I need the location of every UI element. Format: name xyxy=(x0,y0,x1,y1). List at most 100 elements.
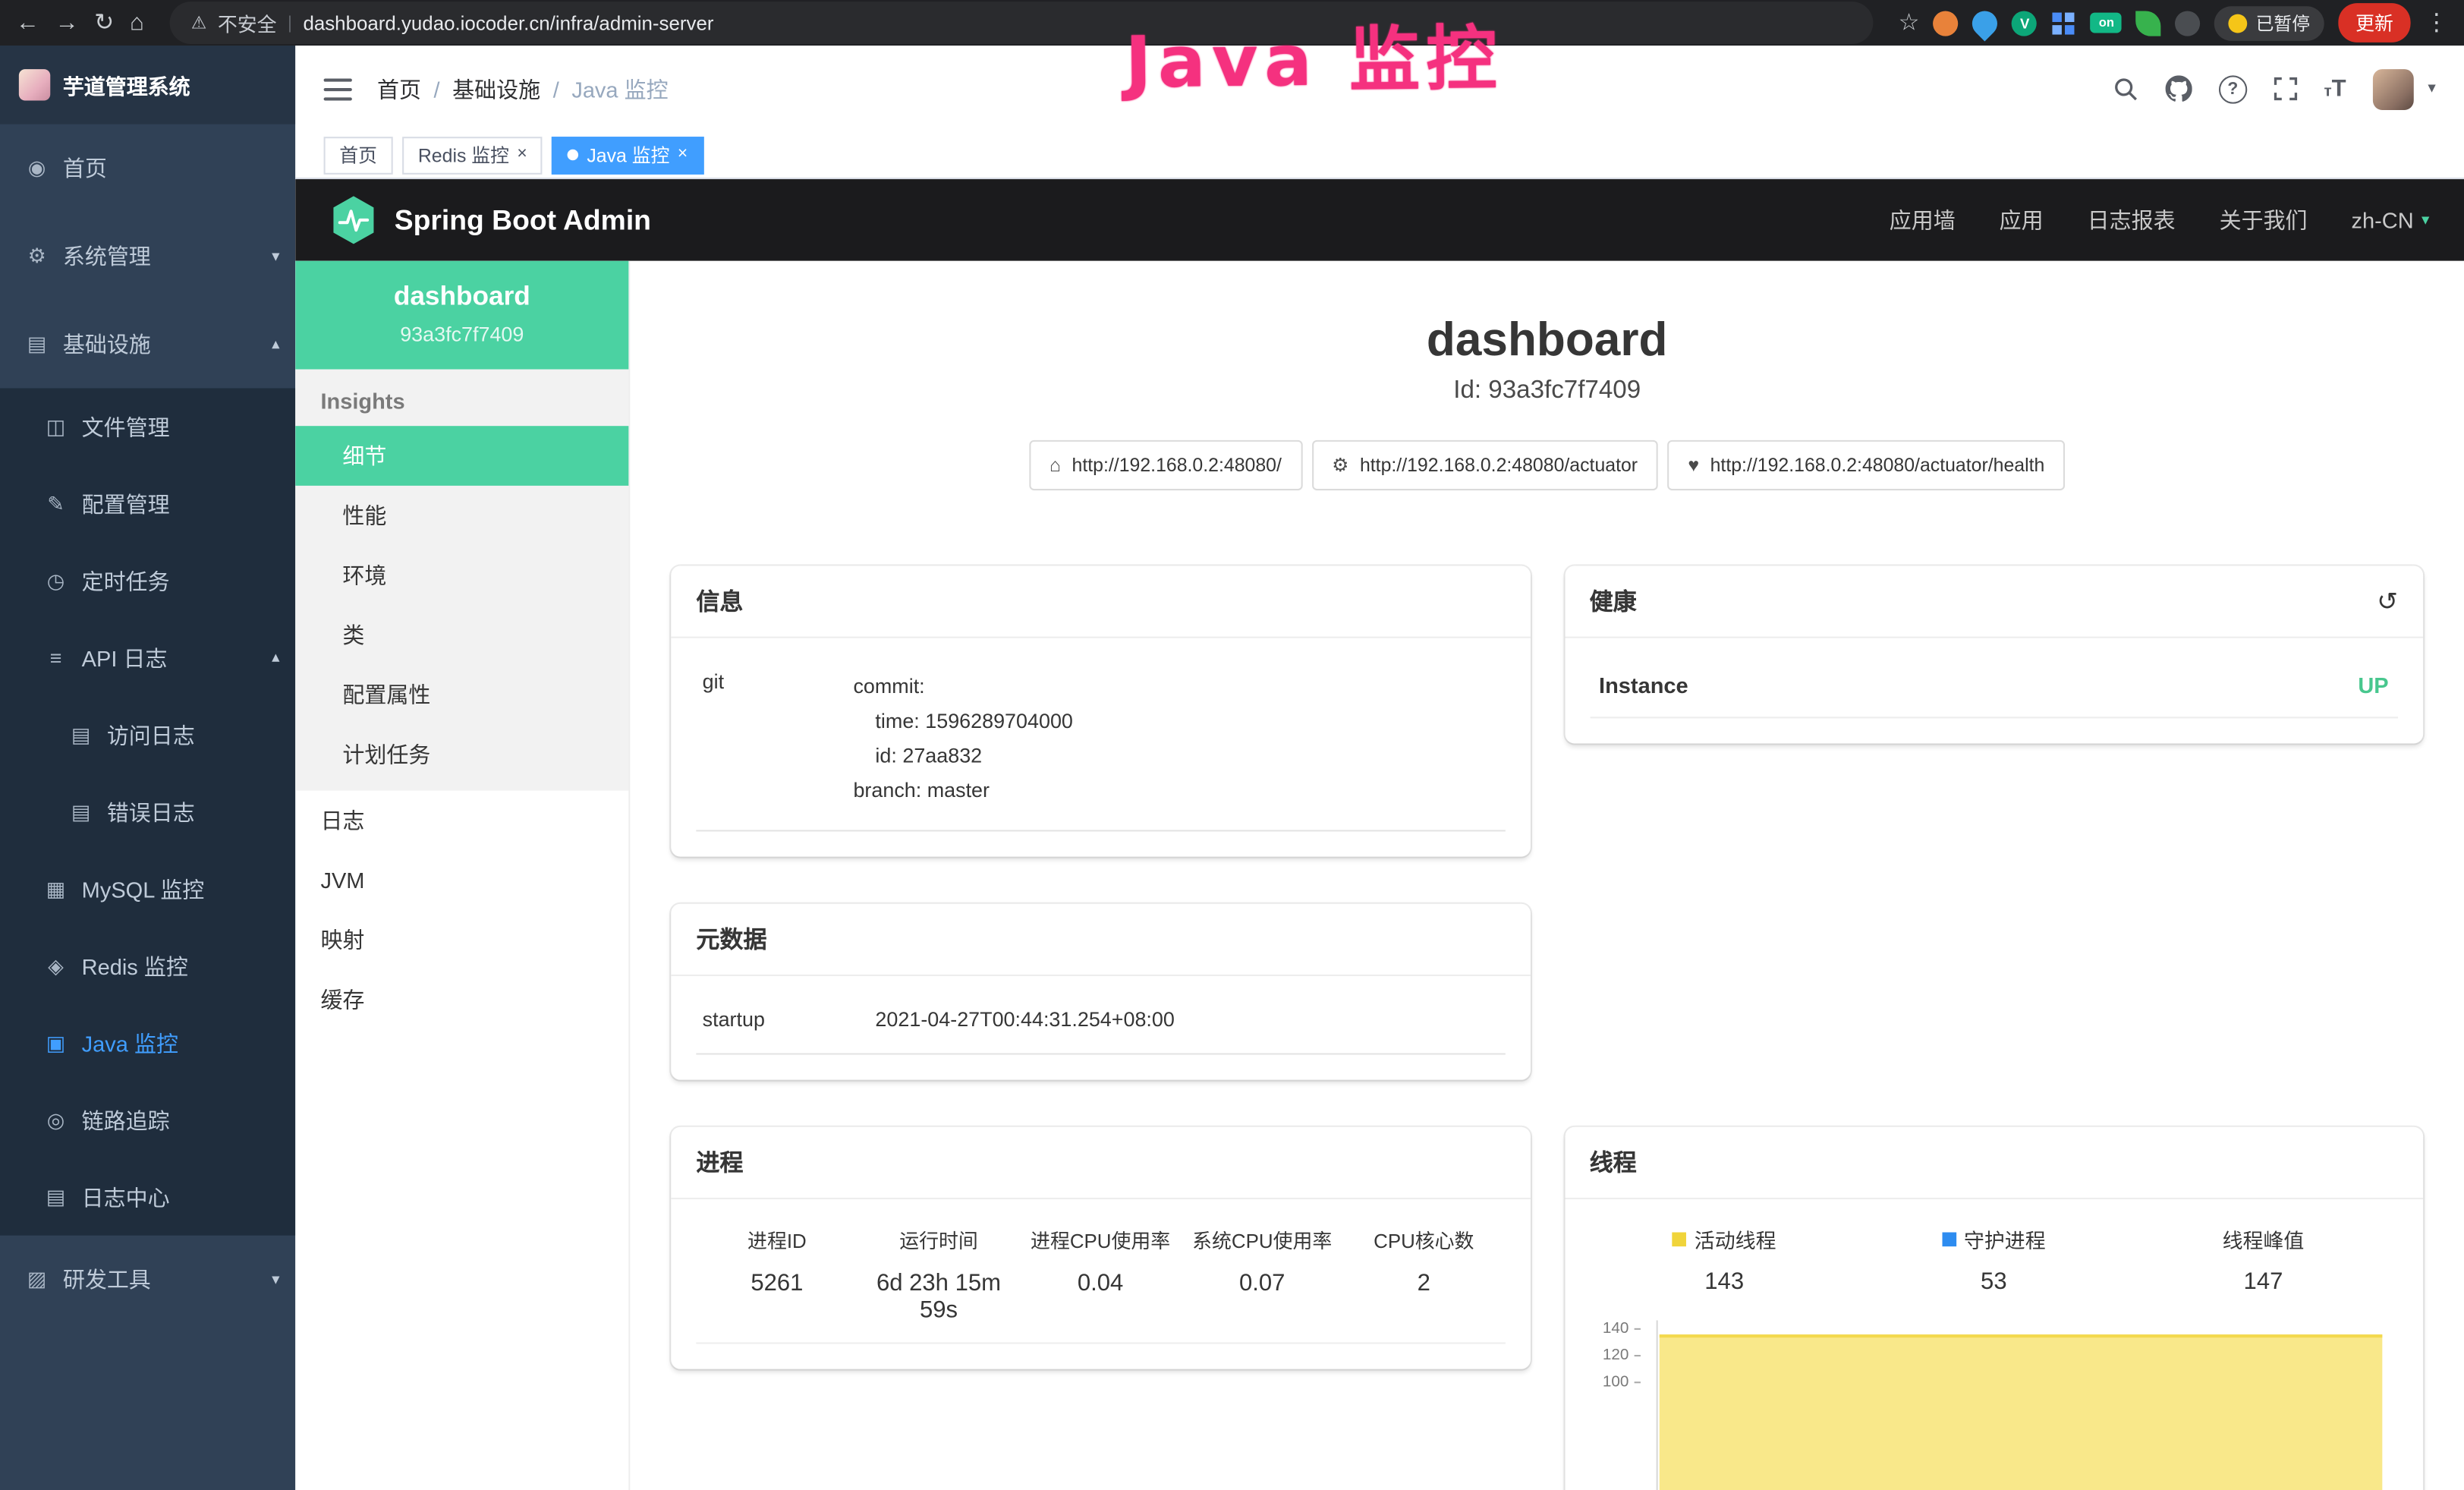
history-icon[interactable]: ↺ xyxy=(2377,585,2398,616)
sidebar-item-dev-tools[interactable]: ▨ 研发工具 ▾ xyxy=(0,1236,295,1324)
sidebar-item-label: 日志中心 xyxy=(82,1181,170,1212)
paused-extension-badge[interactable]: 已暂停 xyxy=(2215,5,2324,40)
extension-icon-green-v[interactable]: V xyxy=(2012,10,2038,35)
sidebar-item-scheduled-tasks[interactable]: ◷ 定时任务 xyxy=(0,542,295,619)
tab-label: 首页 xyxy=(339,141,377,168)
user-avatar[interactable] xyxy=(2373,68,2414,109)
tag-view-bar: 首页 Redis 监控 × Java 监控 × xyxy=(295,132,2464,179)
sba-instance-id: 93a3fc7f7409 xyxy=(308,323,616,346)
sidebar-item-home[interactable]: ◉ 首页 xyxy=(0,124,295,213)
sba-item-mappings[interactable]: 映射 xyxy=(295,910,628,970)
health-url: http://192.168.0.2:48080/actuator/health xyxy=(1710,454,2045,476)
tab-java-monitor[interactable]: Java 监控 × xyxy=(552,136,703,174)
extension-icon-leaf[interactable] xyxy=(2136,10,2161,35)
sba-item-performance[interactable]: 性能 xyxy=(295,486,628,546)
sidebar-item-config-mgmt[interactable]: ✎ 配置管理 xyxy=(0,465,295,542)
live-threads-area-series xyxy=(1659,1334,2383,1490)
address-bar[interactable]: ⚠ 不安全 | dashboard.yudao.iocoder.cn/infra… xyxy=(169,2,1874,44)
extension-icon-droplet[interactable] xyxy=(1968,5,2003,41)
sba-nav-wall[interactable]: 应用墙 xyxy=(1890,204,1956,235)
security-label[interactable]: 不安全 xyxy=(218,8,277,37)
reload-icon[interactable]: ↻ xyxy=(94,11,114,34)
main-column: 首页 / 基础设施 / Java 监控 ? xyxy=(295,46,2464,1490)
sba-item-caches[interactable]: 缓存 xyxy=(295,970,628,1030)
breadcrumb: 首页 / 基础设施 / Java 监控 xyxy=(377,73,669,104)
service-url-button[interactable]: ⌂ http://192.168.0.2:48080/ xyxy=(1029,440,1302,490)
help-icon[interactable]: ? xyxy=(2219,74,2247,102)
sidebar-item-access-logs[interactable]: ▤ 访问日志 xyxy=(0,696,295,773)
wrench-icon: ⚙ xyxy=(1332,454,1348,476)
extension-icon-grid[interactable] xyxy=(2051,10,2076,35)
topbar-actions: ? тT ▾ xyxy=(2113,68,2436,109)
extension-icon-on-switch[interactable]: on xyxy=(2091,13,2122,33)
sidebar-item-log-center[interactable]: ▤ 日志中心 xyxy=(0,1158,295,1235)
app-shell: 芋道管理系统 ◉ 首页 ⚙ 系统管理 ▾ ▤ 基础设施 ▴ ◫ 文件管理 xyxy=(0,46,2464,1490)
sidebar-toggle-icon[interactable] xyxy=(324,78,352,100)
fullscreen-icon[interactable] xyxy=(2274,77,2297,100)
process-col-process-cpu: 进程CPU使用率 0.04 xyxy=(1020,1224,1182,1323)
github-icon[interactable] xyxy=(2165,75,2192,102)
cards-grid: 信息 git commit: time: 1596289704000 id: 2… xyxy=(630,490,2464,1490)
app-title: 芋道管理系统 xyxy=(63,69,190,100)
threads-card-body: 活动线程 143 守护进程 xyxy=(1564,1199,2423,1490)
sidebar-item-api-logs[interactable]: ≡ API 日志 ▴ xyxy=(0,619,295,696)
service-url: http://192.168.0.2:48080/ xyxy=(1072,454,1282,476)
sba-locale-select[interactable]: zh-CN ▾ xyxy=(2352,207,2430,232)
sidebar-item-redis-monitor[interactable]: ◈ Redis 监控 xyxy=(0,928,295,1004)
sba-nav-journal[interactable]: 日志报表 xyxy=(2088,204,2176,235)
chrome-menu-icon[interactable]: ⋮ xyxy=(2425,11,2448,34)
instance-links: ⌂ http://192.168.0.2:48080/ ⚙ http://192… xyxy=(630,440,2464,490)
process-col-cpu-cores: CPU核心数 2 xyxy=(1343,1224,1505,1323)
chrome-update-button[interactable]: 更新 xyxy=(2338,3,2410,43)
sidebar-item-system-mgmt[interactable]: ⚙ 系统管理 ▾ xyxy=(0,213,295,301)
sba-item-logs[interactable]: 日志 xyxy=(295,791,628,851)
extension-toolbar: ☆ V on 已暂停 更新 ⋮ xyxy=(1899,3,2449,43)
health-instance-row[interactable]: Instance UP xyxy=(1590,657,2398,719)
breadcrumb-home[interactable]: 首页 xyxy=(377,73,421,104)
font-size-icon[interactable]: тT xyxy=(2324,75,2346,102)
close-icon[interactable]: × xyxy=(517,146,527,164)
sba-instance-header[interactable]: dashboard 93a3fc7f7409 xyxy=(295,261,628,370)
sba-nav-applications[interactable]: 应用 xyxy=(2000,204,2044,235)
metadata-row-startup: startup 2021-04-27T00:44:31.254+08:00 xyxy=(696,995,1504,1055)
paused-label: 已暂停 xyxy=(2256,10,2310,35)
sba-item-environment[interactable]: 环境 xyxy=(295,546,628,606)
sidebar-item-error-logs[interactable]: ▤ 错误日志 xyxy=(0,773,295,850)
sba-item-jvm[interactable]: JVM xyxy=(295,850,628,910)
app-logo-row[interactable]: 芋道管理系统 xyxy=(0,46,295,124)
sidebar-item-label: 配置管理 xyxy=(82,488,170,519)
back-icon[interactable]: ← xyxy=(16,11,39,34)
tab-label: Java 监控 xyxy=(587,141,669,168)
metadata-value: 2021-04-27T00:44:31.254+08:00 xyxy=(875,1007,1498,1031)
forward-icon[interactable]: → xyxy=(55,11,78,34)
health-url-button[interactable]: ♥ http://192.168.0.2:48080/actuator/heal… xyxy=(1667,440,2065,490)
actuator-url-button[interactable]: ⚙ http://192.168.0.2:48080/actuator xyxy=(1311,440,1658,490)
sidebar-item-label: 首页 xyxy=(63,153,107,184)
sidebar-item-java-monitor[interactable]: ▣ Java 监控 xyxy=(0,1004,295,1081)
url-text[interactable]: dashboard.yudao.iocoder.cn/infra/admin-s… xyxy=(303,12,713,34)
sba-brand[interactable]: Spring Boot Admin xyxy=(330,195,651,245)
sidebar-item-label: Redis 监控 xyxy=(82,950,188,981)
tab-home[interactable]: 首页 xyxy=(324,136,393,174)
trace-icon: ◎ xyxy=(44,1107,68,1132)
search-icon[interactable] xyxy=(2113,76,2138,101)
breadcrumb-section[interactable]: 基础设施 xyxy=(452,73,540,104)
process-table: 进程ID 5261 运行时间 6d 23h 15m 59s xyxy=(696,1218,1504,1344)
sidebar-item-mysql-monitor[interactable]: ▦ MySQL 监控 xyxy=(0,850,295,927)
heart-icon: ♥ xyxy=(1688,454,1699,476)
sba-item-config-props[interactable]: 配置属性 xyxy=(295,665,628,725)
close-icon[interactable]: × xyxy=(678,146,688,164)
sidebar-item-infrastructure[interactable]: ▤ 基础设施 ▴ xyxy=(0,301,295,389)
sba-nav-about[interactable]: 关于我们 xyxy=(2220,204,2308,235)
home-icon[interactable]: ⌂ xyxy=(130,11,144,34)
caret-down-icon[interactable]: ▾ xyxy=(2428,80,2435,98)
extension-icon-dark[interactable] xyxy=(2176,10,2201,35)
sba-item-classes[interactable]: 类 xyxy=(295,605,628,665)
sba-item-details[interactable]: 细节 xyxy=(295,426,628,486)
sidebar-item-tracing[interactable]: ◎ 链路追踪 xyxy=(0,1082,295,1158)
sidebar-item-file-mgmt[interactable]: ◫ 文件管理 xyxy=(0,388,295,465)
bookmark-star-icon[interactable]: ☆ xyxy=(1899,11,1920,34)
sba-item-scheduled-tasks[interactable]: 计划任务 xyxy=(295,725,628,785)
extension-icon-orange[interactable] xyxy=(1934,10,1959,35)
tab-redis-monitor[interactable]: Redis 监控 × xyxy=(402,136,543,174)
